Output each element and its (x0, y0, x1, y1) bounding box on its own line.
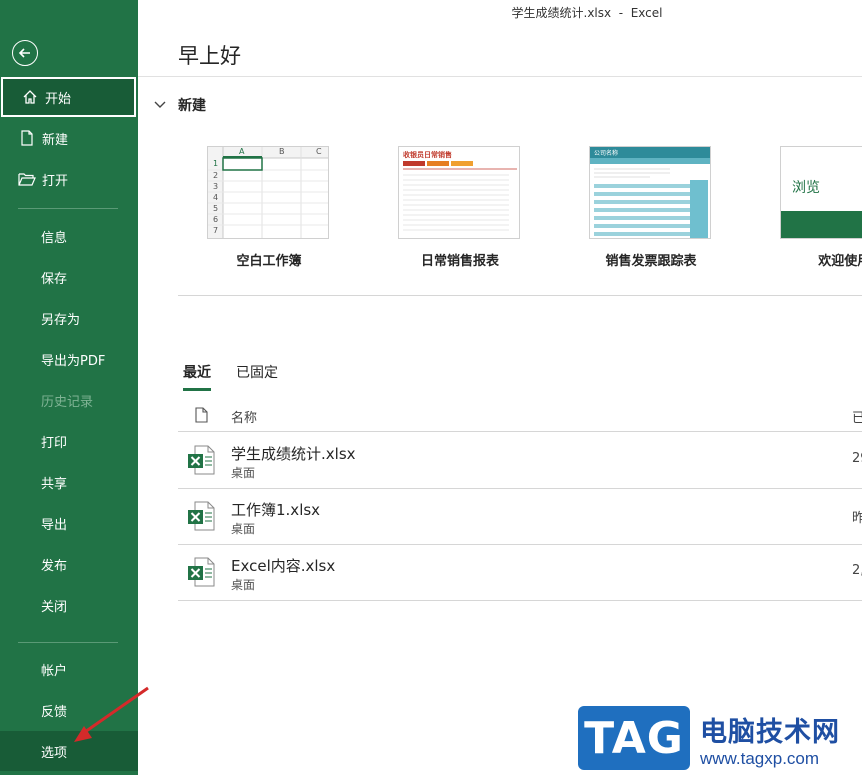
back-button[interactable] (12, 40, 38, 66)
open-folder-icon (18, 170, 36, 188)
nav-label: 导出为PDF (41, 353, 106, 369)
thumb-row-num: 4 (213, 193, 219, 202)
watermark-site-name: 电脑技术网 (700, 717, 840, 748)
sidebar-divider (18, 642, 118, 643)
nav-label: 打开 (42, 173, 69, 189)
greeting: 早上好 (178, 44, 241, 68)
excel-file-icon (187, 557, 215, 591)
thumb-row-num: 2 (213, 171, 219, 180)
column-name[interactable]: 名称 (231, 407, 257, 426)
template-thumbnail: 浏览 (780, 146, 862, 239)
chevron-down-icon (154, 97, 170, 113)
nav-label: 共享 (41, 476, 68, 492)
thumb-row-num: 7 (213, 226, 219, 235)
tab-recent[interactable]: 最近 (183, 362, 211, 391)
template-label: 空白工作簿 (236, 254, 302, 269)
nav-save-as[interactable]: 另存为 (0, 298, 138, 338)
file-row[interactable]: 工作簿1.xlsx 桌面 昨 (178, 489, 862, 545)
new-section-title: 新建 (178, 98, 206, 114)
nav-close[interactable]: 关闭 (0, 585, 138, 625)
thumb-title: 浏览 (792, 180, 820, 196)
file-type-icon (195, 407, 208, 427)
new-section-header[interactable]: 新建 (154, 95, 206, 115)
thumb-row-num: 6 (213, 215, 219, 224)
nav-print[interactable]: 打印 (0, 421, 138, 461)
thumb-row-num: 3 (213, 182, 219, 191)
excel-file-icon (187, 501, 215, 535)
nav-label: 发布 (41, 558, 68, 574)
file-row[interactable]: Excel内容.xlsx 桌面 2, (178, 545, 862, 601)
nav-open[interactable]: 打开 (0, 159, 138, 199)
template-thumbnail: 收银员日常销售 (398, 146, 520, 239)
template-invoice-tracker[interactable]: 公司名称 销售发票跟踪表 (589, 146, 713, 269)
thumb-row-num: 1 (213, 159, 219, 168)
nav-label: 打印 (41, 435, 68, 451)
thumb-col-b: B (279, 147, 285, 156)
back-arrow-icon (18, 48, 30, 58)
nav-history: 历史记录 (0, 380, 138, 420)
nav-share[interactable]: 共享 (0, 462, 138, 502)
excel-file-icon (187, 445, 215, 479)
template-daily-sales[interactable]: 收银员日常销售 日常销售报表 (398, 146, 522, 269)
file-location: 桌面 (231, 466, 256, 480)
nav-label: 信息 (41, 230, 68, 246)
file-name: 学生成绩统计.xlsx (231, 445, 356, 463)
template-blank-workbook[interactable]: A B C 1 2 3 4 5 6 7 空白工作簿 (207, 146, 331, 269)
thumb-col-c: C (316, 147, 322, 156)
tab-pinned[interactable]: 已固定 (236, 362, 278, 391)
nav-publish[interactable]: 发布 (0, 544, 138, 584)
file-location: 桌面 (231, 578, 256, 592)
nav-label: 开始 (45, 91, 72, 107)
nav-save[interactable]: 保存 (0, 257, 138, 297)
template-welcome[interactable]: 浏览 欢迎使用 Ex (780, 146, 862, 269)
sidebar-divider (18, 208, 118, 209)
thumb-row-num: 5 (213, 204, 219, 213)
watermark-url: www.tagxp.com (700, 749, 820, 768)
nav-label: 另存为 (41, 312, 81, 328)
file-date: 29 (852, 451, 862, 466)
template-thumbnail: 公司名称 (589, 146, 711, 239)
watermark-logo: TAG (578, 706, 690, 770)
template-thumbnail: A B C 1 2 3 4 5 6 7 (207, 146, 329, 239)
nav-home[interactable]: 开始 (1, 77, 136, 117)
nav-label: 帐户 (41, 663, 68, 679)
nav-info[interactable]: 信息 (0, 216, 138, 256)
nav-label: 保存 (41, 271, 68, 287)
file-list-header: 名称 已 (178, 400, 862, 432)
nav-label: 新建 (42, 132, 69, 148)
header-divider (138, 76, 862, 77)
file-date: 2, (852, 563, 862, 578)
new-document-icon (18, 129, 36, 147)
nav-label: 导出 (41, 517, 68, 533)
file-location: 桌面 (231, 522, 256, 536)
file-name: 工作簿1.xlsx (231, 501, 321, 519)
file-list-tabs: 最近 已固定 (183, 362, 303, 391)
column-date[interactable]: 已 (852, 407, 862, 426)
thumb-title: 公司名称 (594, 150, 619, 157)
thumb-title: 收银员日常销售 (403, 151, 452, 159)
nav-new[interactable]: 新建 (0, 118, 138, 158)
nav-label: 关闭 (41, 599, 68, 615)
file-name: Excel内容.xlsx (231, 557, 336, 575)
nav-export[interactable]: 导出 (0, 503, 138, 543)
thumb-col-a: A (239, 147, 245, 156)
file-date: 昨 (852, 511, 862, 526)
section-divider (178, 295, 862, 296)
nav-label: 历史记录 (41, 394, 94, 410)
template-label: 销售发票跟踪表 (605, 254, 697, 269)
template-label: 欢迎使用 Ex (818, 254, 862, 269)
home-icon (21, 88, 39, 106)
backstage-sidebar: 开始 新建 打开 信息 保存 另存为 导出为PDF 历史记录 打印 共享 导出 … (0, 0, 138, 775)
nav-export-pdf[interactable]: 导出为PDF (0, 339, 138, 379)
annotation-arrow-icon (74, 686, 149, 742)
template-label: 日常销售报表 (420, 254, 499, 269)
file-row[interactable]: 学生成绩统计.xlsx 桌面 29 (178, 433, 862, 489)
